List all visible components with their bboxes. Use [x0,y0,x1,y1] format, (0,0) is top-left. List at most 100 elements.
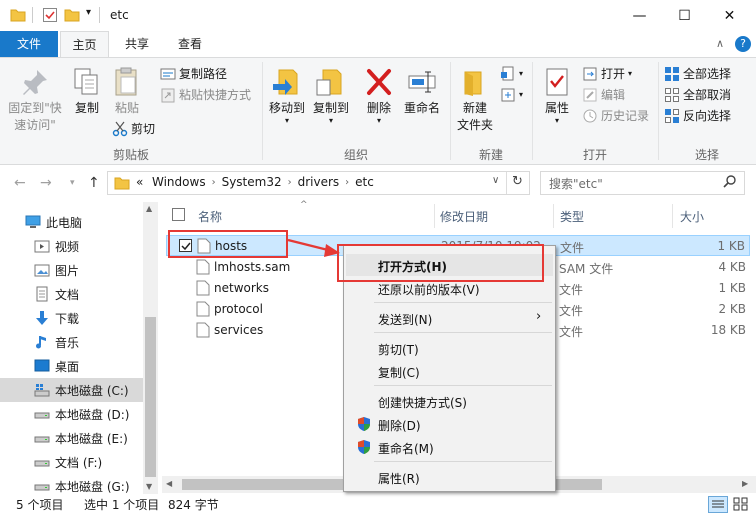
select-none-button[interactable]: 全部取消 [664,85,731,105]
delete-button[interactable]: 删除 ▾ [362,66,396,125]
easy-access-button[interactable]: ▾ [500,85,523,105]
forward-arrow-icon[interactable]: → [40,175,52,191]
breadcrumb-drivers[interactable]: drivers [298,175,340,191]
history-button[interactable]: 历史记录 [582,106,649,126]
menu-item-cut[interactable]: 剪切(T) [346,337,553,359]
paste-button[interactable]: 粘贴 [110,66,144,117]
recent-locations-chevron-icon[interactable]: ▾ [70,178,75,188]
chevron-right-icon[interactable]: › [288,175,292,191]
refresh-icon[interactable]: ↻ [512,174,523,189]
quick-access-dropdown-icon[interactable]: ▾ [86,7,91,18]
edit-button[interactable]: 编辑 [582,85,625,105]
breadcrumb-etc[interactable]: etc [355,175,374,191]
uac-shield-icon [356,416,372,435]
breadcrumb-windows[interactable]: Windows [152,175,206,191]
menu-item-create-shortcut[interactable]: 创建快捷方式(S) [346,390,553,412]
nav-item-downloads[interactable]: 下载 [0,306,143,330]
scroll-thumb[interactable] [145,317,156,477]
menu-item-delete[interactable]: 删除(D) [346,413,553,435]
invert-selection-button[interactable]: 反向选择 [664,106,731,126]
column-header-name[interactable]: 名称 [198,208,222,225]
minimize-button[interactable]: — [617,0,662,31]
paste-shortcut-button[interactable]: 粘贴快捷方式 [160,85,251,105]
nav-label: 本地磁盘 (D:) [55,408,130,422]
scroll-right-icon[interactable]: ▶ [742,479,748,488]
pin-icon [4,66,66,100]
chevron-down-icon: ▾ [376,116,381,125]
select-none-icon [664,87,680,103]
move-to-button[interactable]: 移动到 ▾ [266,66,308,125]
breadcrumb-system32[interactable]: System32 [222,175,282,191]
chevron-right-icon[interactable]: › [212,175,216,191]
column-divider[interactable] [553,204,554,228]
breadcrumb-overflow[interactable]: « [136,175,143,189]
pin-quick-access-button[interactable]: 固定到"快速访问" [4,66,66,134]
copy-path-button[interactable]: 复制路径 [160,64,227,84]
file-type: 文件 [559,304,584,318]
menu-item-copy[interactable]: 复制(C) [346,360,553,382]
edit-label: 编辑 [601,88,626,102]
copy-button[interactable]: 复制 [70,66,104,117]
file-name: networks [214,281,269,295]
column-header-type[interactable]: 类型 [560,208,584,225]
column-divider[interactable] [672,204,673,228]
column-header-modified[interactable]: 修改日期 [440,208,488,225]
select-all-button[interactable]: 全部选择 [664,64,731,84]
nav-item-drive-d[interactable]: 本地磁盘 (D:) [0,402,143,426]
nav-item-drive-f[interactable]: 文档 (F:) [0,450,143,474]
nav-item-this-pc[interactable]: 此电脑 [0,210,143,234]
search-box[interactable]: 搜索"etc" [540,171,745,195]
close-button[interactable]: ✕ [707,0,752,31]
address-bar[interactable]: « Windows › System32 › drivers › etc ∨ ↻ [107,171,530,195]
copy-to-label: 复制到 [312,101,349,115]
nav-item-documents[interactable]: 文档 [0,282,143,306]
new-item-button[interactable]: ▾ [500,64,523,84]
edit-icon [582,87,598,103]
menu-item-label: 剪切(T) [378,343,419,357]
properties-check-icon[interactable] [42,7,58,23]
nav-item-videos[interactable]: 视频 [0,234,143,258]
menu-item-rename[interactable]: 重命名(M) [346,436,553,458]
rename-icon [400,66,444,100]
nav-item-music[interactable]: 音乐 [0,330,143,354]
details-view-icon[interactable] [708,496,728,513]
rename-button[interactable]: 重命名 [400,66,444,117]
nav-item-drive-e[interactable]: 本地磁盘 (E:) [0,426,143,450]
nav-scrollbar[interactable]: ▲ ▼ [143,202,158,494]
address-dropdown-icon[interactable]: ∨ [492,175,499,186]
new-folder-icon[interactable] [64,7,80,23]
up-arrow-icon[interactable]: ↑ [88,175,100,191]
nav-item-desktop[interactable]: 桌面 [0,354,143,378]
column-header-size[interactable]: 大小 [680,208,704,225]
help-icon[interactable]: ? [735,36,751,52]
new-folder-button[interactable]: 新建 文件夹 [454,66,496,134]
scroll-up-icon[interactable]: ▲ [146,204,152,213]
select-all-checkbox[interactable] [172,208,185,221]
chevron-right-icon[interactable]: › [345,175,349,191]
column-divider[interactable] [434,204,435,228]
tab-share[interactable]: 共享 [112,31,162,57]
collapse-ribbon-icon[interactable]: ∧ [716,37,724,50]
scroll-left-icon[interactable]: ◀ [166,479,172,488]
search-icon[interactable] [723,174,737,193]
large-icons-view-icon[interactable] [732,496,750,513]
history-icon [582,108,598,124]
scroll-down-icon[interactable]: ▼ [146,482,152,491]
tab-file[interactable]: 文件 [0,31,58,57]
properties-button[interactable]: 属性 ▾ [538,66,576,125]
nav-item-pictures[interactable]: 图片 [0,258,143,282]
nav-item-drive-c[interactable]: 本地磁盘 (C:) [0,378,143,402]
drive-icon [34,478,50,494]
back-arrow-icon[interactable]: ← [14,175,26,191]
nav-label: 音乐 [55,336,80,350]
cut-button[interactable]: 剪切 [112,119,155,139]
clipboard-group-label: 剪贴板 [112,148,149,162]
tab-view[interactable]: 查看 [166,31,214,57]
maximize-button[interactable]: ☐ [662,0,707,31]
menu-item-send-to[interactable]: 发送到(N) › [346,307,553,329]
open-button[interactable]: 打开 ▾ [582,64,632,84]
menu-item-properties[interactable]: 属性(R) [346,466,553,488]
tab-home[interactable]: 主页 [60,31,109,58]
search-input[interactable]: 搜索"etc" [549,175,603,192]
copy-to-button[interactable]: 复制到 ▾ [310,66,352,125]
